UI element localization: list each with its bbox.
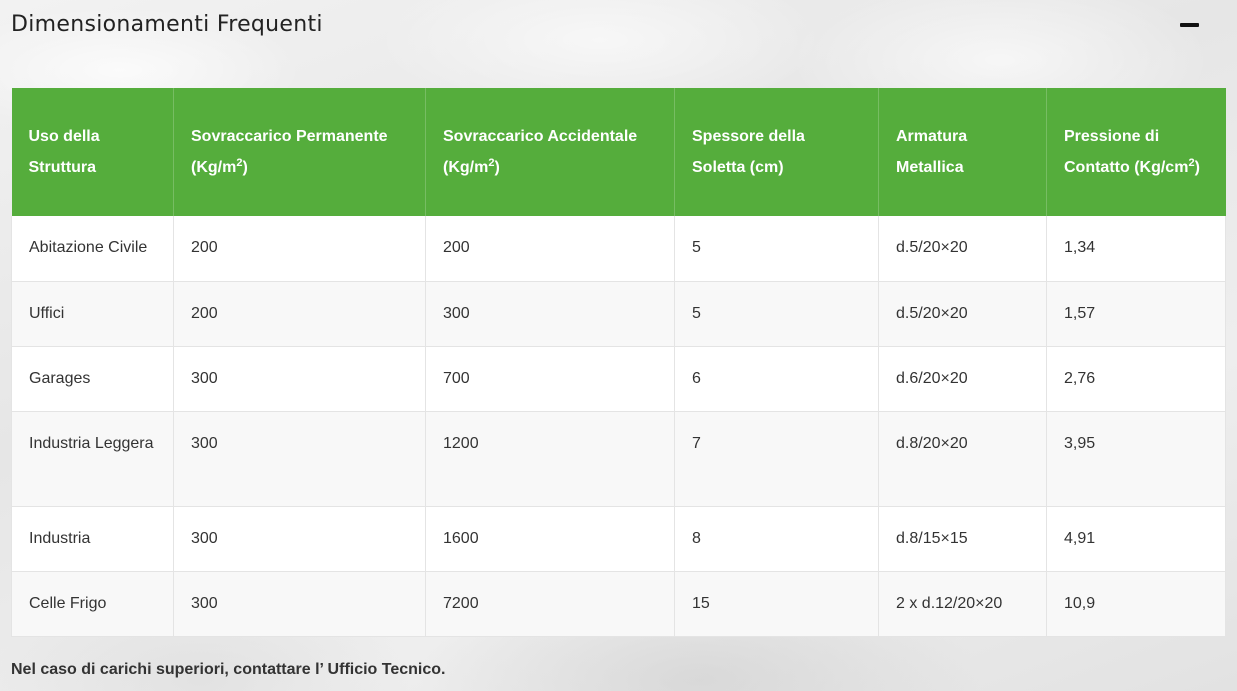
table-row: Garages 300 700 6 d.6/20×20 2,76 <box>11 346 1226 412</box>
table-cell: 1,57 <box>1046 281 1226 347</box>
table-cell: d.5/20×20 <box>878 216 1047 282</box>
table-cell: 5 <box>674 281 879 347</box>
table-cell: Abitazione Civile <box>11 216 174 282</box>
table-cell: Uffici <box>11 281 174 347</box>
page-title: Dimensionamenti Frequenti <box>11 12 323 37</box>
table-cell: 2,76 <box>1046 346 1226 412</box>
table-cell: 3,95 <box>1046 411 1226 507</box>
table-cell: 300 <box>173 411 426 507</box>
table-cell: 5 <box>674 216 879 282</box>
table-cell: 200 <box>173 216 426 282</box>
column-header-armatura: Armatura Metallica <box>878 88 1047 216</box>
table-row: Abitazione Civile 200 200 5 d.5/20×20 1,… <box>11 216 1226 282</box>
table-cell: Celle Frigo <box>11 571 174 637</box>
table-cell: 200 <box>425 216 675 282</box>
table-cell: 1200 <box>425 411 675 507</box>
table-cell: 300 <box>173 571 426 637</box>
table-cell: 7200 <box>425 571 675 637</box>
table-cell: Industria <box>11 506 174 572</box>
footnote: Nel caso di carichi superiori, contattar… <box>11 661 446 678</box>
table-cell: 15 <box>674 571 879 637</box>
column-header-uso: Uso della Struttura <box>11 88 174 216</box>
table-cell: Garages <box>11 346 174 412</box>
table-cell: 300 <box>173 346 426 412</box>
table-cell: d.5/20×20 <box>878 281 1047 347</box>
collapse-button[interactable] <box>1176 14 1202 36</box>
table-cell: Industria Leggera <box>11 411 174 507</box>
table-cell: 2 x d.12/20×20 <box>878 571 1047 637</box>
table-cell: 300 <box>173 506 426 572</box>
table-cell: 10,9 <box>1046 571 1226 637</box>
table-row: Industria 300 1600 8 d.8/15×15 4,91 <box>11 506 1226 572</box>
table-cell: 6 <box>674 346 879 412</box>
column-header-spessore: Spessore della Soletta (cm) <box>674 88 879 216</box>
table-cell: d.8/15×15 <box>878 506 1047 572</box>
table-row: Industria Leggera 300 1200 7 d.8/20×20 3… <box>11 411 1226 507</box>
minus-icon <box>1179 23 1199 27</box>
table-cell: d.8/20×20 <box>878 411 1047 507</box>
table-cell: 1,34 <box>1046 216 1226 282</box>
table-cell: 300 <box>425 281 675 347</box>
table-header-row: Uso della Struttura Sovraccarico Permane… <box>11 88 1226 216</box>
table-row: Uffici 200 300 5 d.5/20×20 1,57 <box>11 281 1226 347</box>
column-header-permanente: Sovraccarico Permanente (Kg/m2) <box>173 88 426 216</box>
table-cell: 4,91 <box>1046 506 1226 572</box>
table-cell: 8 <box>674 506 879 572</box>
table-cell: 700 <box>425 346 675 412</box>
table-cell: 7 <box>674 411 879 507</box>
column-header-accidentale: Sovraccarico Accidentale (Kg/m2) <box>425 88 675 216</box>
column-header-pressione: Pressione di Contatto (Kg/cm2) <box>1046 88 1226 216</box>
table-row: Celle Frigo 300 7200 15 2 x d.12/20×20 1… <box>11 571 1226 637</box>
dimension-table: Uso della Struttura Sovraccarico Permane… <box>11 88 1226 637</box>
table-cell: 1600 <box>425 506 675 572</box>
section-header: Dimensionamenti Frequenti <box>0 0 1237 56</box>
table-cell: 200 <box>173 281 426 347</box>
table-cell: d.6/20×20 <box>878 346 1047 412</box>
